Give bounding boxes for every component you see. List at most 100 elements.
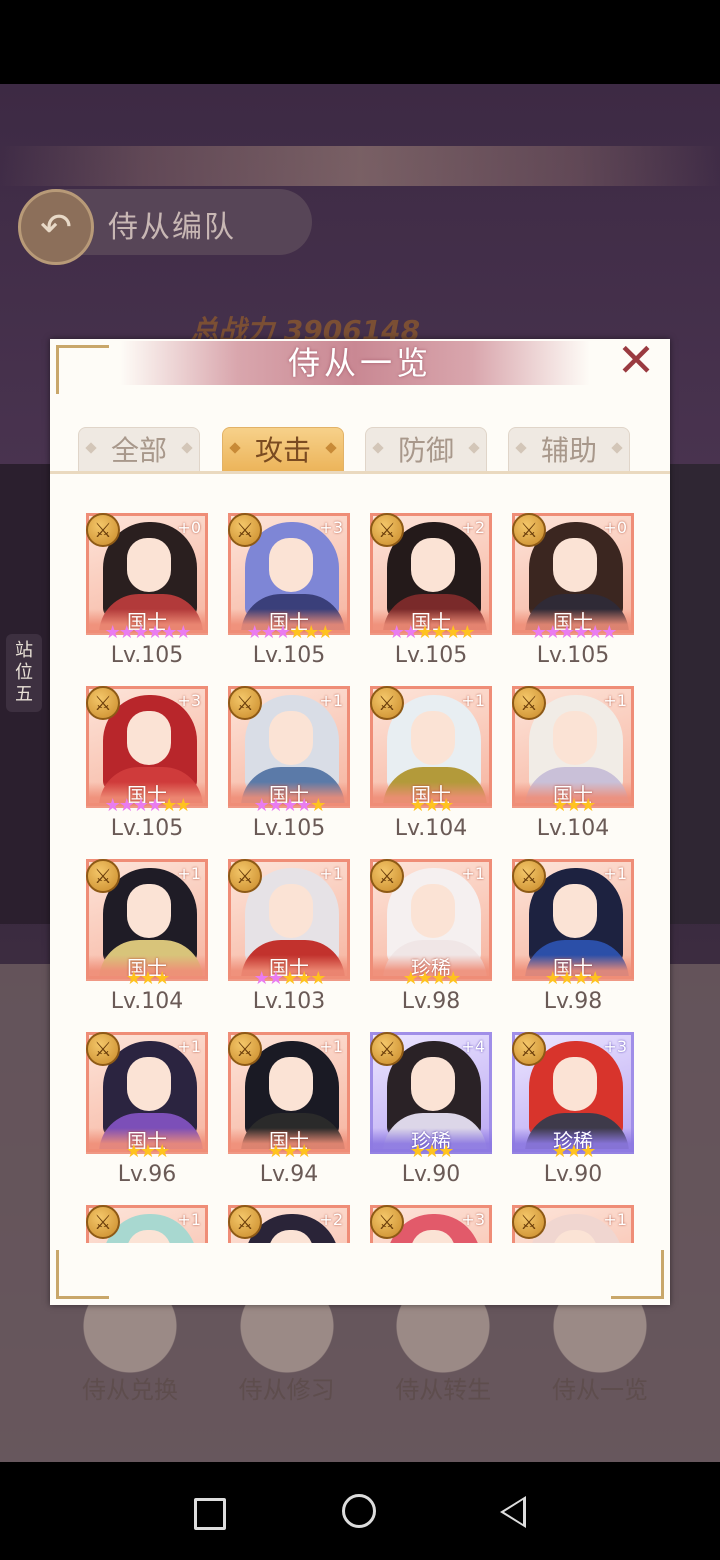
gold-star-icon: ★ [317,622,333,643]
purple-star-icon: ★ [573,622,589,643]
star-rating: ★★★ [512,796,634,816]
attendant-card[interactable]: +1 ⚔ 国士 ★★★ Lv.104 [50,821,210,1021]
attendant-card[interactable]: +3 ⚔ [334,1167,494,1243]
purple-star-icon: ★ [253,968,270,989]
gold-star-icon: ★ [431,622,447,643]
tab-ornament [372,442,384,454]
portrait-face [269,711,313,765]
back-arrow-icon[interactable]: ↶ [18,189,94,265]
gold-star-icon: ★ [573,968,589,989]
tab-ornament [325,442,337,454]
header-ornament [0,146,720,186]
purple-star-icon: ★ [175,622,191,643]
purple-star-icon: ★ [104,795,121,816]
gold-star-icon: ★ [409,795,426,816]
gold-star-icon: ★ [431,968,447,989]
portrait-face [411,884,455,938]
attack-type-icon: ⚔ [512,859,546,893]
gold-star-icon: ★ [551,1141,568,1162]
purple-star-icon: ★ [544,622,561,643]
tab-all[interactable]: 全部 [78,427,200,471]
attendant-card[interactable]: +3 ⚔ 国士 ★★★★★★ Lv.105 [50,648,210,848]
attendant-card[interactable]: +4 ⚔ 珍稀 ★★★ Lv.90 [334,994,494,1194]
attendant-card[interactable]: +0 ⚔ 国士 ★★★★★★ Lv.105 [476,475,636,675]
tab-support[interactable]: 辅助 [508,427,630,471]
star-rating: ★★★ [86,969,208,989]
gold-star-icon: ★ [580,795,596,816]
attendant-grid[interactable]: +0 ⚔ 国士 ★★★★★★ Lv.105 +3 ⚔ 国士 ★★★★★★ Lv.105 +2 ⚔ 国士 ★… [50,475,670,1243]
gold-star-icon: ★ [558,968,575,989]
attendant-overview-dialog: 侍从一览 ✕ 全部 攻击 防御 辅助 +0 ⚔ 国士 ★★★★★★ Lv.105 +3 ⚔ 国… [50,337,670,1305]
purple-star-icon: ★ [132,622,149,643]
upgrade-badge: +0 [603,518,627,537]
attendant-card[interactable]: +3 ⚔ 国士 ★★★★★★ Lv.105 [192,475,352,675]
star-rating: ★★★ [86,1142,208,1162]
portrait-face [127,884,171,938]
upgrade-badge: +1 [603,864,627,883]
purple-star-icon: ★ [253,795,270,816]
purple-star-icon: ★ [118,795,135,816]
portrait-face [553,1057,597,1111]
purple-star-icon: ★ [104,622,121,643]
gold-star-icon: ★ [438,1141,454,1162]
corner-ornament [611,1250,664,1299]
star-rating: ★★★ [228,1142,350,1162]
attack-type-icon: ⚔ [228,859,262,893]
star-rating: ★★★ [370,1142,492,1162]
upgrade-badge: +3 [603,1037,627,1056]
portrait-face [269,884,313,938]
star-rating: ★★★ [370,796,492,816]
attack-type-icon: ⚔ [86,686,120,720]
tab-ornament [468,442,480,454]
star-rating: ★★★★★ [228,796,350,816]
gold-star-icon: ★ [423,1141,440,1162]
star-rating: ★★★★ [512,969,634,989]
attendant-card[interactable]: +1 ⚔ 国士 ★★★ Lv.104 [476,648,636,848]
left-side-panel: 站位五 [0,464,50,924]
attendant-card[interactable]: +1 ⚔ [50,1167,210,1243]
attendant-card[interactable]: +1 ⚔ 国士 ★★★ Lv.104 [334,648,494,848]
attendant-card[interactable]: +1 ⚔ 国士 ★★★ Lv.94 [192,994,352,1194]
recent-apps-icon[interactable] [190,1492,230,1532]
attack-type-icon: ⚔ [370,1205,404,1239]
purple-star-icon: ★ [587,622,603,643]
close-icon[interactable]: ✕ [612,337,660,383]
right-side-panel [670,464,720,924]
gold-star-icon: ★ [303,622,319,643]
upgrade-badge: +1 [603,691,627,710]
attendant-card[interactable]: +2 ⚔ 国士 ★★★★★★ Lv.105 [334,475,494,675]
attendant-card[interactable]: +1 ⚔ 珍稀 ★★★★ Lv.98 [334,821,494,1021]
purple-star-icon: ★ [260,622,277,643]
attendant-card[interactable]: +2 ⚔ [192,1167,352,1243]
gold-star-icon: ★ [154,1141,170,1162]
attack-type-icon: ⚔ [512,1032,546,1066]
purple-star-icon: ★ [388,622,405,643]
attack-type-icon: ⚔ [228,686,262,720]
attendant-card[interactable]: +1 ⚔ 国士 ★★★★★ Lv.105 [192,648,352,848]
back-icon[interactable] [496,1492,536,1532]
portrait-face [269,1057,313,1111]
attendant-card[interactable]: +3 ⚔ 珍稀 ★★★ Lv.90 [476,994,636,1194]
attack-type-icon: ⚔ [370,1032,404,1066]
attendant-card[interactable]: +1 ⚔ [476,1167,636,1243]
portrait-face [269,538,313,592]
gold-star-icon: ★ [139,1141,156,1162]
tab-ornament [229,442,241,454]
attendant-card[interactable]: +0 ⚔ 国士 ★★★★★★ Lv.105 [50,475,210,675]
purple-star-icon: ★ [132,795,149,816]
attendant-card[interactable]: +1 ⚔ 国士 ★★★ Lv.96 [50,994,210,1194]
attendant-card[interactable]: +1 ⚔ 国士 ★★★★★ Lv.103 [192,821,352,1021]
tab-ornament [611,442,623,454]
purple-star-icon: ★ [402,622,419,643]
attendant-card[interactable]: +1 ⚔ 国士 ★★★★ Lv.98 [476,821,636,1021]
tab-label: 防御 [397,434,454,467]
system-nav-bar [0,1462,720,1560]
tab-defense[interactable]: 防御 [365,427,487,471]
gold-star-icon: ★ [125,968,142,989]
star-rating: ★★★★★★ [86,623,208,643]
portrait-face [127,711,171,765]
tab-attack[interactable]: 攻击 [222,427,344,471]
gold-star-icon: ★ [296,1141,312,1162]
tab-label: 全部 [110,434,167,467]
home-icon[interactable] [340,1492,380,1532]
